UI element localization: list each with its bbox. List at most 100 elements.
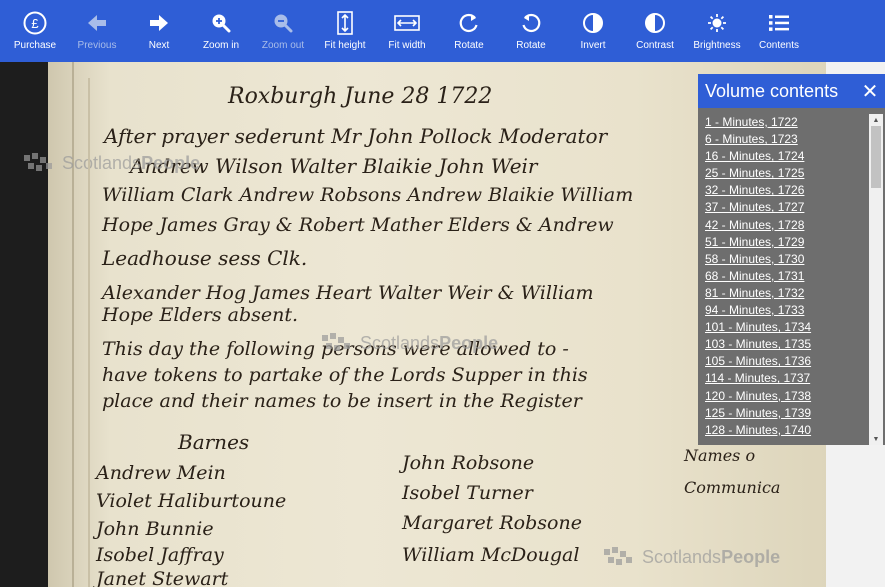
watermark-text-1: Scotlands — [642, 546, 722, 567]
contents-link[interactable]: 105 - Minutes, 1736 — [705, 353, 867, 370]
manuscript-line: Hope James Gray & Robert Mather Elders &… — [102, 214, 614, 236]
contents-link[interactable]: 16 - Minutes, 1724 — [705, 148, 867, 165]
manuscript-line: Andrew Mein — [96, 462, 226, 484]
watermark-text-2: People — [439, 332, 499, 353]
contents-link[interactable]: 103 - Minutes, 1735 — [705, 336, 867, 353]
contents-scrollbar[interactable]: ▲ ▼ — [869, 114, 883, 445]
contents-link[interactable]: 6 - Minutes, 1723 — [705, 131, 867, 148]
manuscript-line: John Robsone — [402, 452, 535, 474]
contents-link[interactable]: 68 - Minutes, 1731 — [705, 268, 867, 285]
contents-link[interactable]: 37 - Minutes, 1727 — [705, 199, 867, 216]
brightness-label: Brightness — [693, 40, 741, 51]
scroll-down-icon[interactable]: ▼ — [869, 433, 883, 445]
arrow-right-icon — [146, 10, 172, 36]
fit-height-label: Fit height — [324, 40, 366, 51]
watermark-logo-icon — [604, 547, 632, 565]
manuscript-line: Roxburgh June 28 1722 — [228, 84, 493, 109]
manuscript-line: Margaret Robsone — [402, 512, 582, 534]
previous-label: Previous — [77, 40, 117, 51]
brightness-button[interactable]: Brightness — [686, 0, 748, 62]
next-label: Next — [148, 40, 170, 51]
watermark: Scotlands People — [22, 152, 200, 174]
fit-width-label: Fit width — [388, 40, 426, 51]
watermark-text-1: Scotlands — [62, 152, 142, 173]
contents-link[interactable]: 32 - Minutes, 1726 — [705, 182, 867, 199]
manuscript-line: Hope Elders absent. — [102, 304, 299, 326]
zoom-in-icon — [208, 10, 234, 36]
fit-height-icon — [332, 10, 358, 36]
contents-link[interactable]: 58 - Minutes, 1730 — [705, 251, 867, 268]
manuscript-line: Janet Stewart — [96, 568, 229, 587]
contents-list[interactable]: 1 - Minutes, 1722 6 - Minutes, 1723 16 -… — [698, 114, 867, 441]
manuscript-line: John Bunnie — [96, 518, 214, 540]
sun-icon — [704, 10, 730, 36]
manuscript-line: William McDougal — [402, 544, 580, 566]
pound-circle-icon: £ — [22, 10, 48, 36]
contents-link[interactable]: 120 - Minutes, 1738 — [705, 388, 867, 405]
fit-height-button[interactable]: Fit height — [314, 0, 376, 62]
watermark-text-2: People — [141, 152, 201, 173]
svg-text:£: £ — [31, 16, 39, 31]
contrast-icon — [642, 10, 668, 36]
arrow-left-icon — [84, 10, 110, 36]
zoom-out-button[interactable]: Zoom out — [252, 0, 314, 62]
manuscript-line: Leadhouse sess Clk. — [102, 246, 308, 270]
manuscript-line: After prayer sederunt Mr John Pollock Mo… — [104, 124, 608, 148]
zoom-out-label: Zoom out — [261, 40, 305, 51]
rotate-right-button[interactable]: Rotate — [500, 0, 562, 62]
purchase-button[interactable]: £ Purchase — [4, 0, 66, 62]
watermark-logo-icon — [322, 333, 350, 351]
rotate-left-button[interactable]: Rotate — [438, 0, 500, 62]
volume-contents-panel: Volume contents ✕ 1 - Minutes, 1722 6 - … — [698, 74, 885, 445]
zoom-out-icon — [270, 10, 296, 36]
rotate-left-label: Rotate — [454, 40, 484, 51]
manuscript-line: place and their names to be insert in th… — [102, 390, 582, 412]
contents-button[interactable]: Contents — [748, 0, 810, 62]
fit-width-button[interactable]: Fit width — [376, 0, 438, 62]
manuscript-line: Isobel Jaffray — [96, 544, 224, 566]
contents-link[interactable]: 25 - Minutes, 1725 — [705, 165, 867, 182]
zoom-in-label: Zoom in — [202, 40, 240, 51]
contents-label: Contents — [758, 40, 800, 51]
manuscript-line: Alexander Hog James Heart Walter Weir & … — [102, 282, 594, 304]
watermark-logo-icon — [24, 153, 52, 171]
fit-width-icon — [394, 10, 420, 36]
manuscript-line: have tokens to partake of the Lords Supp… — [102, 364, 588, 386]
contents-link[interactable]: 51 - Minutes, 1729 — [705, 234, 867, 251]
contents-link[interactable]: 94 - Minutes, 1733 — [705, 302, 867, 319]
panel-header: Volume contents ✕ — [698, 74, 885, 108]
invert-label: Invert — [580, 40, 606, 51]
contents-link[interactable]: 81 - Minutes, 1732 — [705, 285, 867, 302]
manuscript-line: William Clark Andrew Robsons Andrew Blai… — [102, 184, 634, 206]
previous-button[interactable]: Previous — [66, 0, 128, 62]
contents-link[interactable]: 125 - Minutes, 1739 — [705, 405, 867, 422]
contents-link[interactable]: 1 - Minutes, 1722 — [705, 114, 867, 131]
close-icon[interactable]: ✕ — [861, 81, 879, 103]
manuscript-line: Barnes — [178, 430, 250, 454]
watermark-text-1: Scotlands — [360, 332, 440, 353]
invert-button[interactable]: Invert — [562, 0, 624, 62]
contrast-label: Contrast — [636, 40, 674, 51]
contents-link[interactable]: 128 - Minutes, 1740 — [705, 422, 867, 439]
rotate-right-label: Rotate — [516, 40, 546, 51]
purchase-label: Purchase — [13, 40, 57, 51]
contrast-button[interactable]: Contrast — [624, 0, 686, 62]
next-button[interactable]: Next — [128, 0, 190, 62]
rotate-cw-icon — [518, 10, 544, 36]
manuscript-line: Names o — [684, 446, 756, 465]
contents-link[interactable]: 114 - Minutes, 1737 — [705, 370, 867, 387]
contents-link[interactable]: 42 - Minutes, 1728 — [705, 217, 867, 234]
zoom-in-button[interactable]: Zoom in — [190, 0, 252, 62]
rotate-ccw-icon — [456, 10, 482, 36]
watermark: Scotlands People — [602, 546, 780, 568]
viewer-left-margin — [0, 62, 48, 587]
invert-icon — [580, 10, 606, 36]
contents-link[interactable]: 101 - Minutes, 1734 — [705, 319, 867, 336]
scrollbar-thumb[interactable] — [871, 126, 881, 188]
manuscript-line: Isobel Turner — [402, 482, 533, 504]
panel-title: Volume contents — [705, 80, 839, 101]
toolbar: £ Purchase Previous Next Zoom in Zoom ou… — [0, 0, 885, 62]
scroll-up-icon[interactable]: ▲ — [869, 114, 883, 126]
manuscript-line: Violet Haliburtoune — [96, 490, 287, 512]
list-icon — [766, 10, 792, 36]
